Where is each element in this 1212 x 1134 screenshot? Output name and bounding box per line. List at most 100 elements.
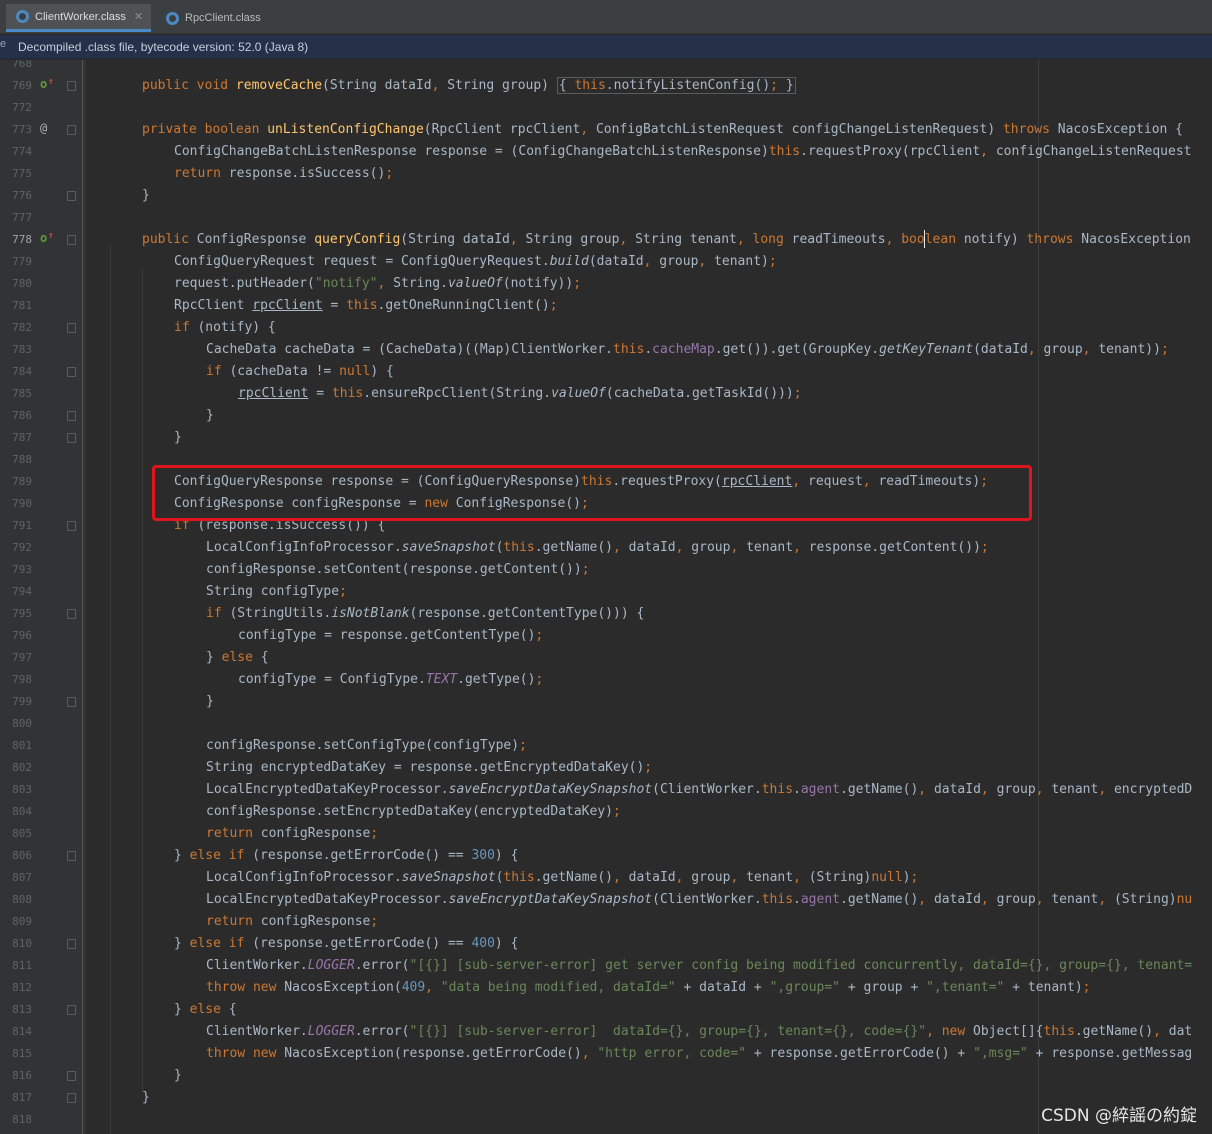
code-text: String configType; (206, 584, 347, 599)
line-number: 786 (12, 409, 32, 422)
fold-marker-icon[interactable] (67, 1005, 76, 1015)
line-number: 790 (12, 497, 32, 510)
code-text: return response.isSuccess(); (174, 166, 394, 181)
code-line: 787 } (0, 427, 1212, 449)
fold-marker-icon[interactable] (67, 367, 76, 377)
code-line: 798 configType = ConfigType.TEXT.getType… (0, 669, 1212, 691)
text-caret (924, 230, 925, 248)
code-line: 803 LocalEncryptedDataKeyProcessor.saveE… (0, 779, 1212, 801)
line-number: 818 (12, 1113, 32, 1126)
code-line: 807 LocalConfigInfoProcessor.saveSnapsho… (0, 867, 1212, 889)
line-number: 796 (12, 629, 32, 642)
override-method-icon[interactable]: o (40, 231, 53, 245)
line-number: 778 (12, 233, 32, 246)
code-line: 782 if (notify) { (0, 317, 1212, 339)
code-line: 806 } else if (response.getErrorCode() =… (0, 845, 1212, 867)
line-number: 776 (12, 189, 32, 202)
line-number: 800 (12, 717, 32, 730)
code-line: 775 return response.isSuccess(); (0, 163, 1212, 185)
code-text: rpcClient = this.ensureRpcClient(String.… (238, 386, 802, 401)
code-line: 805 return configResponse; (0, 823, 1212, 845)
code-line: 778 o public ConfigResponse queryConfig(… (0, 229, 1212, 251)
fold-marker-icon[interactable] (67, 191, 76, 201)
code-text: ConfigChangeBatchListenResponse response… (174, 144, 1192, 159)
code-text: CacheData cacheData = (CacheData)((Map)C… (206, 342, 1169, 357)
fold-marker-icon[interactable] (67, 235, 76, 245)
clipped-edge-text: e (0, 38, 7, 50)
annotation-highlight-box (152, 465, 1032, 521)
code-line: 795 if (StringUtils.isNotBlank(response.… (0, 603, 1212, 625)
code-line: 816 } (0, 1065, 1212, 1087)
code-line: 812 throw new NacosException(409, "data … (0, 977, 1212, 999)
code-text: ClientWorker.LOGGER.error("[{}] [sub-ser… (206, 958, 1193, 973)
fold-marker-icon[interactable] (67, 433, 76, 443)
annotation-icon[interactable]: @ (40, 121, 47, 135)
line-number: 794 (12, 585, 32, 598)
fold-marker-icon[interactable] (67, 1093, 76, 1103)
fold-marker-icon[interactable] (67, 939, 76, 949)
code-editor[interactable]: 768 769 o public void removeCache(String… (0, 60, 1212, 1134)
fold-marker-icon[interactable] (67, 609, 76, 619)
line-number: 815 (12, 1047, 32, 1060)
line-number: 768 (12, 60, 32, 70)
fold-marker-icon[interactable] (67, 1071, 76, 1081)
code-text: ClientWorker.LOGGER.error("[{}] [sub-ser… (206, 1024, 1193, 1039)
line-number: 813 (12, 1003, 32, 1016)
override-method-icon[interactable]: o (40, 77, 53, 91)
editor-tab-bar: ClientWorker.class ✕ RpcClient.class (0, 0, 1212, 34)
code-text: LocalEncryptedDataKeyProcessor.saveEncry… (206, 782, 1193, 797)
fold-marker-icon[interactable] (67, 521, 76, 531)
fold-marker-icon[interactable] (67, 323, 76, 333)
banner-text: Decompiled .class file, bytecode version… (18, 40, 309, 54)
line-number: 775 (12, 167, 32, 180)
code-line: 802 String encryptedDataKey = response.g… (0, 757, 1212, 779)
fold-marker-icon[interactable] (67, 851, 76, 861)
tab-rpcclient-class[interactable]: RpcClient.class (156, 4, 269, 32)
line-number: 797 (12, 651, 32, 664)
code-text: String encryptedDataKey = response.getEn… (206, 760, 653, 775)
code-text: configType = ConfigType.TEXT.getType(); (238, 672, 544, 687)
decompiled-notice-banner: Decompiled .class file, bytecode version… (0, 35, 1212, 59)
code-line: 781 RpcClient rpcClient = this.getOneRun… (0, 295, 1212, 317)
code-text: configResponse.setConfigType(configType)… (206, 738, 527, 753)
code-line: 779 ConfigQueryRequest request = ConfigQ… (0, 251, 1212, 273)
line-number: 791 (12, 519, 32, 532)
line-number: 810 (12, 937, 32, 950)
code-line: 811 ClientWorker.LOGGER.error("[{}] [sub… (0, 955, 1212, 977)
code-line: 810 } else if (response.getErrorCode() =… (0, 933, 1212, 955)
fold-marker-icon[interactable] (67, 697, 76, 707)
line-number: 808 (12, 893, 32, 906)
line-number: 787 (12, 431, 32, 444)
fold-marker-icon[interactable] (67, 81, 76, 91)
code-text: } (142, 1090, 150, 1105)
code-text: throw new NacosException(409, "data bein… (206, 980, 1091, 995)
code-text: } else if (response.getErrorCode() == 30… (174, 848, 519, 863)
code-text: LocalEncryptedDataKeyProcessor.saveEncry… (206, 892, 1193, 907)
line-number: 769 (12, 79, 32, 92)
code-line: 792 LocalConfigInfoProcessor.saveSnapsho… (0, 537, 1212, 559)
code-text: public void removeCache(String dataId, S… (142, 77, 796, 94)
code-line: 793 configResponse.setContent(response.g… (0, 559, 1212, 581)
tab-clientworker-class[interactable]: ClientWorker.class ✕ (6, 4, 152, 32)
code-text: configType = response.getContentType(); (238, 628, 544, 643)
line-number: 789 (12, 475, 32, 488)
code-line: 785 rpcClient = this.ensureRpcClient(Str… (0, 383, 1212, 405)
code-line: 794 String configType; (0, 581, 1212, 603)
line-number: 805 (12, 827, 32, 840)
code-line: 780 request.putHeader("notify", String.v… (0, 273, 1212, 295)
code-text: } (142, 188, 150, 203)
code-text: } (174, 430, 182, 445)
code-text: request.putHeader("notify", String.value… (174, 276, 582, 291)
close-icon[interactable]: ✕ (134, 10, 143, 23)
line-number: 801 (12, 739, 32, 752)
code-line: 777 (0, 207, 1212, 229)
code-text: } else { (206, 650, 269, 665)
line-number: 806 (12, 849, 32, 862)
code-line: 784 if (cacheData != null) { (0, 361, 1212, 383)
code-line: 813 } else { (0, 999, 1212, 1021)
code-line: 772 (0, 97, 1212, 119)
code-text: return configResponse; (206, 826, 379, 841)
code-line: 797 } else { (0, 647, 1212, 669)
fold-marker-icon[interactable] (67, 411, 76, 421)
fold-marker-icon[interactable] (67, 125, 76, 135)
